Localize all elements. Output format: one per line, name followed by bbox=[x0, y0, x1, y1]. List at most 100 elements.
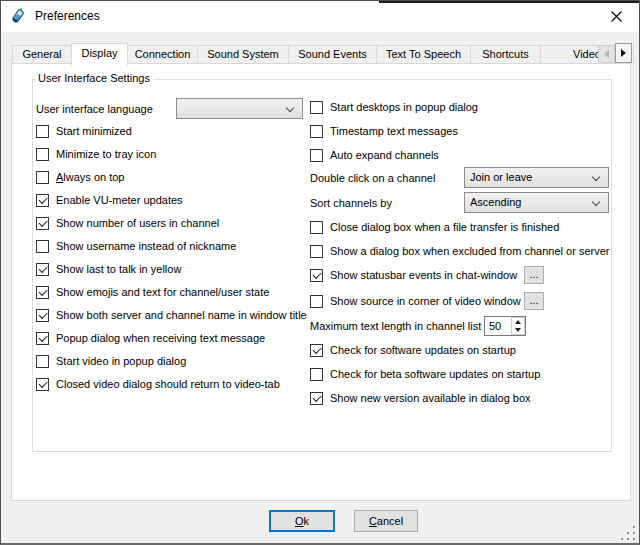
checkbox-label: Close dialog box when a file transfer is… bbox=[330, 221, 559, 233]
max-text-length-spinbox[interactable]: 50 bbox=[484, 316, 526, 336]
checkbox[interactable] bbox=[36, 355, 49, 368]
checkbox[interactable] bbox=[36, 125, 49, 138]
chevron-down-icon bbox=[592, 173, 600, 181]
checkbox-start-video-popup[interactable]: Start video in popup dialog bbox=[36, 354, 186, 368]
checkbox[interactable] bbox=[36, 286, 49, 299]
checkbox-enable-vu-meter[interactable]: Enable VU-meter updates bbox=[36, 193, 183, 207]
checkbox-label: Show last to talk in yellow bbox=[56, 263, 181, 275]
spin-down-icon bbox=[515, 328, 521, 332]
checkbox[interactable] bbox=[36, 309, 49, 322]
checkbox[interactable] bbox=[310, 125, 323, 138]
language-combobox[interactable] bbox=[176, 98, 303, 119]
checkbox-timestamp-messages[interactable]: Timestamp text messages bbox=[310, 124, 458, 138]
checkbox[interactable] bbox=[310, 245, 323, 258]
chevron-down-icon bbox=[286, 104, 294, 112]
spin-down-button[interactable] bbox=[512, 326, 524, 334]
ok-button-label: Ok bbox=[295, 515, 309, 527]
checkbox[interactable] bbox=[310, 149, 323, 162]
checkbox[interactable] bbox=[36, 240, 49, 253]
cancel-button[interactable]: Cancel bbox=[354, 510, 418, 532]
checkbox-show-dialog-excluded[interactable]: Show a dialog box when excluded from cha… bbox=[310, 244, 609, 258]
spinner-buttons bbox=[511, 317, 525, 335]
display-tab-page: User Interface Settings User interface l… bbox=[11, 63, 631, 501]
double-click-combobox[interactable]: Join or leave bbox=[464, 167, 609, 188]
checkbox-label: Always on top bbox=[56, 171, 125, 183]
checkbox-label: Show both server and channel name in win… bbox=[56, 309, 307, 321]
double-click-label: Double click on a channel bbox=[310, 167, 435, 188]
title-bar[interactable]: Preferences bbox=[1, 1, 639, 32]
checkbox-always-on-top[interactable]: Always on top bbox=[36, 170, 125, 184]
checkbox[interactable] bbox=[36, 171, 49, 184]
checkbox-check-updates[interactable]: Check for software updates on startup bbox=[310, 343, 516, 357]
spinbox-value[interactable]: 50 bbox=[485, 317, 511, 335]
tab-shortcuts[interactable]: Shortcuts bbox=[470, 45, 541, 63]
tab-strip: General Display Connection Sound System … bbox=[12, 45, 634, 63]
checkbox-start-minimized[interactable]: Start minimized bbox=[36, 124, 132, 138]
checkbox-auto-expand-channels[interactable]: Auto expand channels bbox=[310, 148, 439, 162]
checkbox-show-server-channel-name[interactable]: Show both server and channel name in win… bbox=[36, 308, 307, 322]
checkbox-closed-video-return[interactable]: Closed video dialog should return to vid… bbox=[36, 377, 280, 391]
checkbox-show-source-video[interactable]: Show source in corner of video window bbox=[310, 294, 521, 308]
checkbox-label: Show source in corner of video window bbox=[330, 295, 521, 307]
sort-channels-combobox[interactable]: Ascending bbox=[464, 192, 609, 213]
checkbox-label: Closed video dialog should return to vid… bbox=[56, 378, 280, 390]
checkbox[interactable] bbox=[36, 263, 49, 276]
checkbox[interactable] bbox=[36, 378, 49, 391]
checkbox[interactable] bbox=[310, 221, 323, 234]
tab-display[interactable]: Display bbox=[71, 43, 128, 65]
checkbox-show-last-to-talk[interactable]: Show last to talk in yellow bbox=[36, 262, 181, 276]
checkbox[interactable] bbox=[310, 392, 323, 405]
ok-button[interactable]: Ok bbox=[269, 510, 335, 532]
checkbox[interactable] bbox=[310, 295, 323, 308]
checkbox[interactable] bbox=[310, 344, 323, 357]
checkbox-show-new-version[interactable]: Show new version available in dialog box bbox=[310, 391, 531, 405]
checkbox[interactable] bbox=[36, 194, 49, 207]
checkbox[interactable] bbox=[310, 269, 323, 282]
cancel-button-label: Cancel bbox=[369, 515, 403, 527]
chevron-down-icon bbox=[592, 198, 600, 206]
tab-general[interactable]: General bbox=[12, 45, 72, 63]
checkbox[interactable] bbox=[36, 332, 49, 345]
checkbox-label: Show new version available in dialog box bbox=[330, 392, 531, 404]
checkbox-label: Enable VU-meter updates bbox=[56, 194, 183, 206]
group-title: User Interface Settings bbox=[35, 72, 153, 84]
checkbox-show-emojis[interactable]: Show emojis and text for channel/user st… bbox=[36, 285, 269, 299]
checkbox-close-dialog-file-transfer[interactable]: Close dialog box when a file transfer is… bbox=[310, 220, 559, 234]
checkbox-label: Show number of users in channel bbox=[56, 217, 219, 229]
checkbox-label: Popup dialog when receiving text message bbox=[56, 332, 265, 344]
checkbox-label: Show username instead of nickname bbox=[56, 240, 236, 252]
app-icon bbox=[10, 8, 26, 24]
checkbox-minimize-to-tray[interactable]: Minimize to tray icon bbox=[36, 147, 156, 161]
checkbox-label: Start desktops in popup dialog bbox=[330, 101, 478, 113]
checkbox[interactable] bbox=[310, 101, 323, 114]
checkbox[interactable] bbox=[36, 217, 49, 230]
resize-grip[interactable] bbox=[621, 526, 635, 540]
tab-sound-events[interactable]: Sound Events bbox=[288, 45, 377, 63]
close-button[interactable] bbox=[594, 1, 639, 32]
tab-scroll-right-button[interactable] bbox=[615, 43, 632, 63]
checkbox-statusbar-events[interactable]: Show statusbar events in chat-window bbox=[310, 268, 517, 282]
tab-connection[interactable]: Connection bbox=[127, 45, 198, 63]
checkbox-show-number-of-users[interactable]: Show number of users in channel bbox=[36, 216, 219, 230]
checkbox[interactable] bbox=[310, 368, 323, 381]
tab-sound-system[interactable]: Sound System bbox=[197, 45, 289, 63]
scroll-left-icon bbox=[604, 50, 609, 58]
checkbox-popup-dialog-text-message[interactable]: Popup dialog when receiving text message bbox=[36, 331, 265, 345]
checkbox-label: Check for beta software updates on start… bbox=[330, 368, 540, 380]
video-source-more-button[interactable]: ... bbox=[524, 292, 544, 310]
checkbox-label: Show a dialog box when excluded from cha… bbox=[330, 245, 609, 257]
checkbox[interactable] bbox=[36, 148, 49, 161]
checkbox-label: Check for software updates on startup bbox=[330, 344, 516, 356]
checkbox-show-username[interactable]: Show username instead of nickname bbox=[36, 239, 236, 253]
close-icon bbox=[611, 11, 622, 22]
checkbox-start-desktops-popup[interactable]: Start desktops in popup dialog bbox=[310, 100, 478, 114]
scroll-right-icon bbox=[621, 49, 626, 57]
spin-up-button[interactable] bbox=[512, 318, 524, 326]
spin-up-icon bbox=[515, 320, 521, 324]
checkbox-label: Start video in popup dialog bbox=[56, 355, 186, 367]
checkbox-check-beta-updates[interactable]: Check for beta software updates on start… bbox=[310, 367, 540, 381]
statusbar-events-more-button[interactable]: ... bbox=[524, 266, 544, 284]
checkbox-label: Minimize to tray icon bbox=[56, 148, 156, 160]
tab-scroll-left-button[interactable] bbox=[598, 45, 615, 63]
tab-text-to-speech[interactable]: Text To Speech bbox=[376, 45, 471, 63]
